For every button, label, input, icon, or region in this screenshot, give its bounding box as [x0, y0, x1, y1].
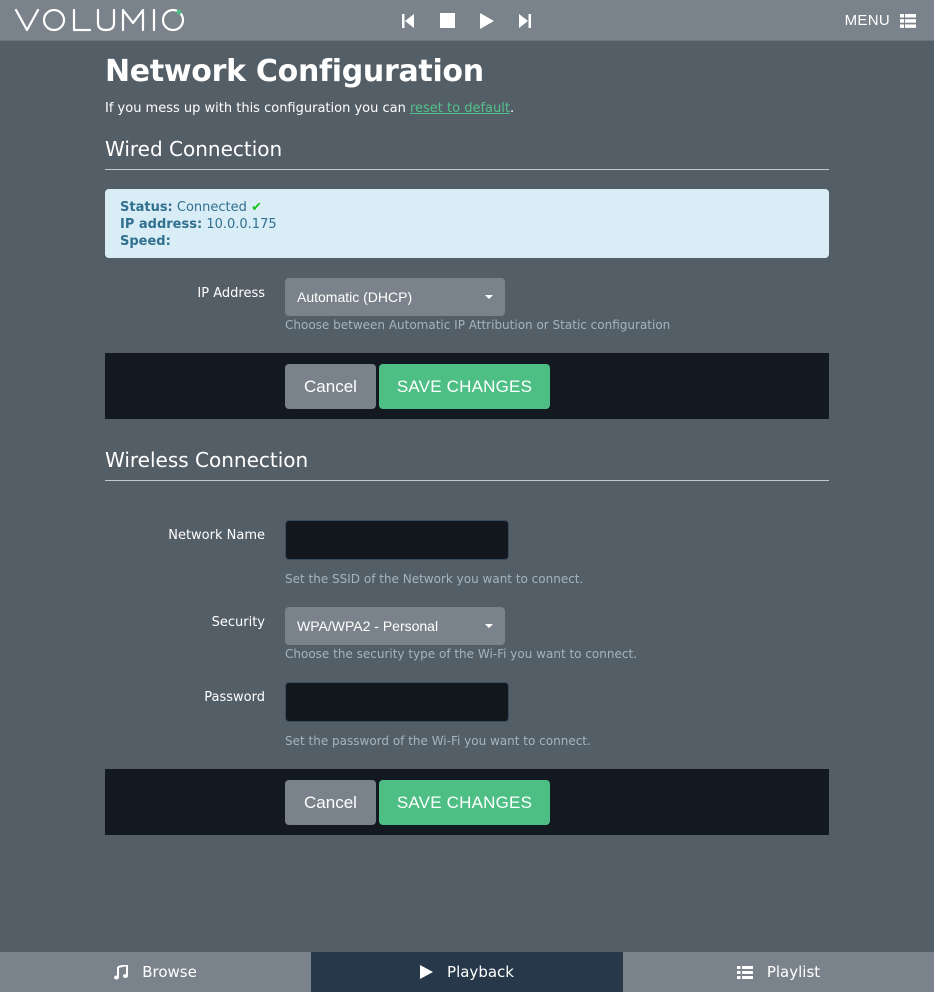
top-bar: MENU	[0, 0, 934, 41]
wired-status-box: Status: Connected ✔ IP address: 10.0.0.1…	[105, 189, 829, 258]
list-icon	[736, 965, 753, 979]
list-menu-icon	[900, 13, 916, 28]
security-help: Choose the security type of the Wi-Fi yo…	[285, 647, 637, 661]
network-name-input[interactable]	[285, 520, 509, 560]
wired-section-title: Wired Connection	[105, 136, 829, 170]
speed-line: Speed:	[120, 233, 814, 250]
password-input[interactable]	[285, 682, 509, 722]
intro-suffix: .	[509, 101, 515, 116]
wired-save-button[interactable]: SAVE CHANGES	[379, 364, 550, 409]
intro-text: If you mess up with this configuration y…	[105, 101, 829, 117]
status-value: Connected	[176, 200, 247, 215]
volumio-logo[interactable]	[14, 5, 186, 35]
caret-down-icon	[485, 624, 493, 628]
network-name-help: Set the SSID of the Network you want to …	[285, 572, 584, 586]
wireless-section-title: Wireless Connection	[105, 447, 829, 481]
security-select[interactable]: WPA/WPA2 - Personal	[285, 607, 505, 645]
security-label: Security	[211, 615, 265, 630]
ip-value: 10.0.0.175	[206, 217, 277, 232]
tab-playlist-label: Playlist	[766, 963, 821, 981]
music-note-icon	[114, 964, 129, 979]
page-title: Network Configuration	[105, 54, 484, 89]
ip-line: IP address: 10.0.0.175	[120, 216, 814, 233]
tab-playback[interactable]: Playback	[311, 952, 623, 992]
status-label: Status:	[120, 200, 173, 215]
skip-previous-icon	[402, 13, 414, 28]
security-value: WPA/WPA2 - Personal	[297, 618, 439, 634]
tab-playback-label: Playback	[447, 963, 514, 981]
caret-down-icon	[485, 295, 493, 299]
stop-icon	[439, 13, 455, 28]
reset-to-default-link[interactable]: reset to default	[410, 101, 510, 116]
next-button[interactable]	[505, 0, 545, 41]
ip-mode-select[interactable]: Automatic (DHCP)	[285, 278, 505, 316]
main-content: Network Configuration If you mess up wit…	[105, 41, 829, 117]
wireless-action-bar: Cancel SAVE CHANGES	[105, 769, 829, 835]
ip-mode-help: Choose between Automatic IP Attribution …	[285, 318, 671, 332]
status-line: Status: Connected ✔	[120, 199, 814, 216]
wired-action-bar: Cancel SAVE CHANGES	[105, 353, 829, 419]
previous-button[interactable]	[388, 0, 428, 41]
check-icon: ✔	[251, 200, 262, 215]
wireless-save-button[interactable]: SAVE CHANGES	[379, 780, 550, 825]
wired-cancel-button[interactable]: Cancel	[285, 364, 376, 409]
ip-mode-value: Automatic (DHCP)	[297, 289, 413, 305]
bottom-nav: Browse Playback Playlist	[0, 952, 934, 992]
menu-label: MENU	[844, 12, 890, 29]
skip-next-icon	[519, 13, 531, 28]
tab-browse[interactable]: Browse	[0, 952, 311, 992]
tab-playlist[interactable]: Playlist	[623, 952, 934, 992]
ip-address-label: IP Address	[197, 286, 265, 301]
wireless-cancel-button[interactable]: Cancel	[285, 780, 376, 825]
stop-button[interactable]	[427, 0, 467, 41]
network-name-label: Network Name	[168, 528, 265, 543]
play-icon	[420, 965, 434, 979]
menu-button[interactable]: MENU	[845, 0, 916, 41]
play-button[interactable]	[467, 0, 507, 41]
password-help: Set the password of the Wi-Fi you want t…	[285, 734, 591, 748]
intro-prefix: If you mess up with this configuration y…	[105, 101, 410, 116]
ip-label: IP address:	[120, 217, 203, 232]
speed-label: Speed:	[120, 234, 171, 249]
play-icon	[480, 12, 494, 29]
tab-browse-label: Browse	[142, 963, 197, 981]
password-label: Password	[204, 690, 265, 705]
